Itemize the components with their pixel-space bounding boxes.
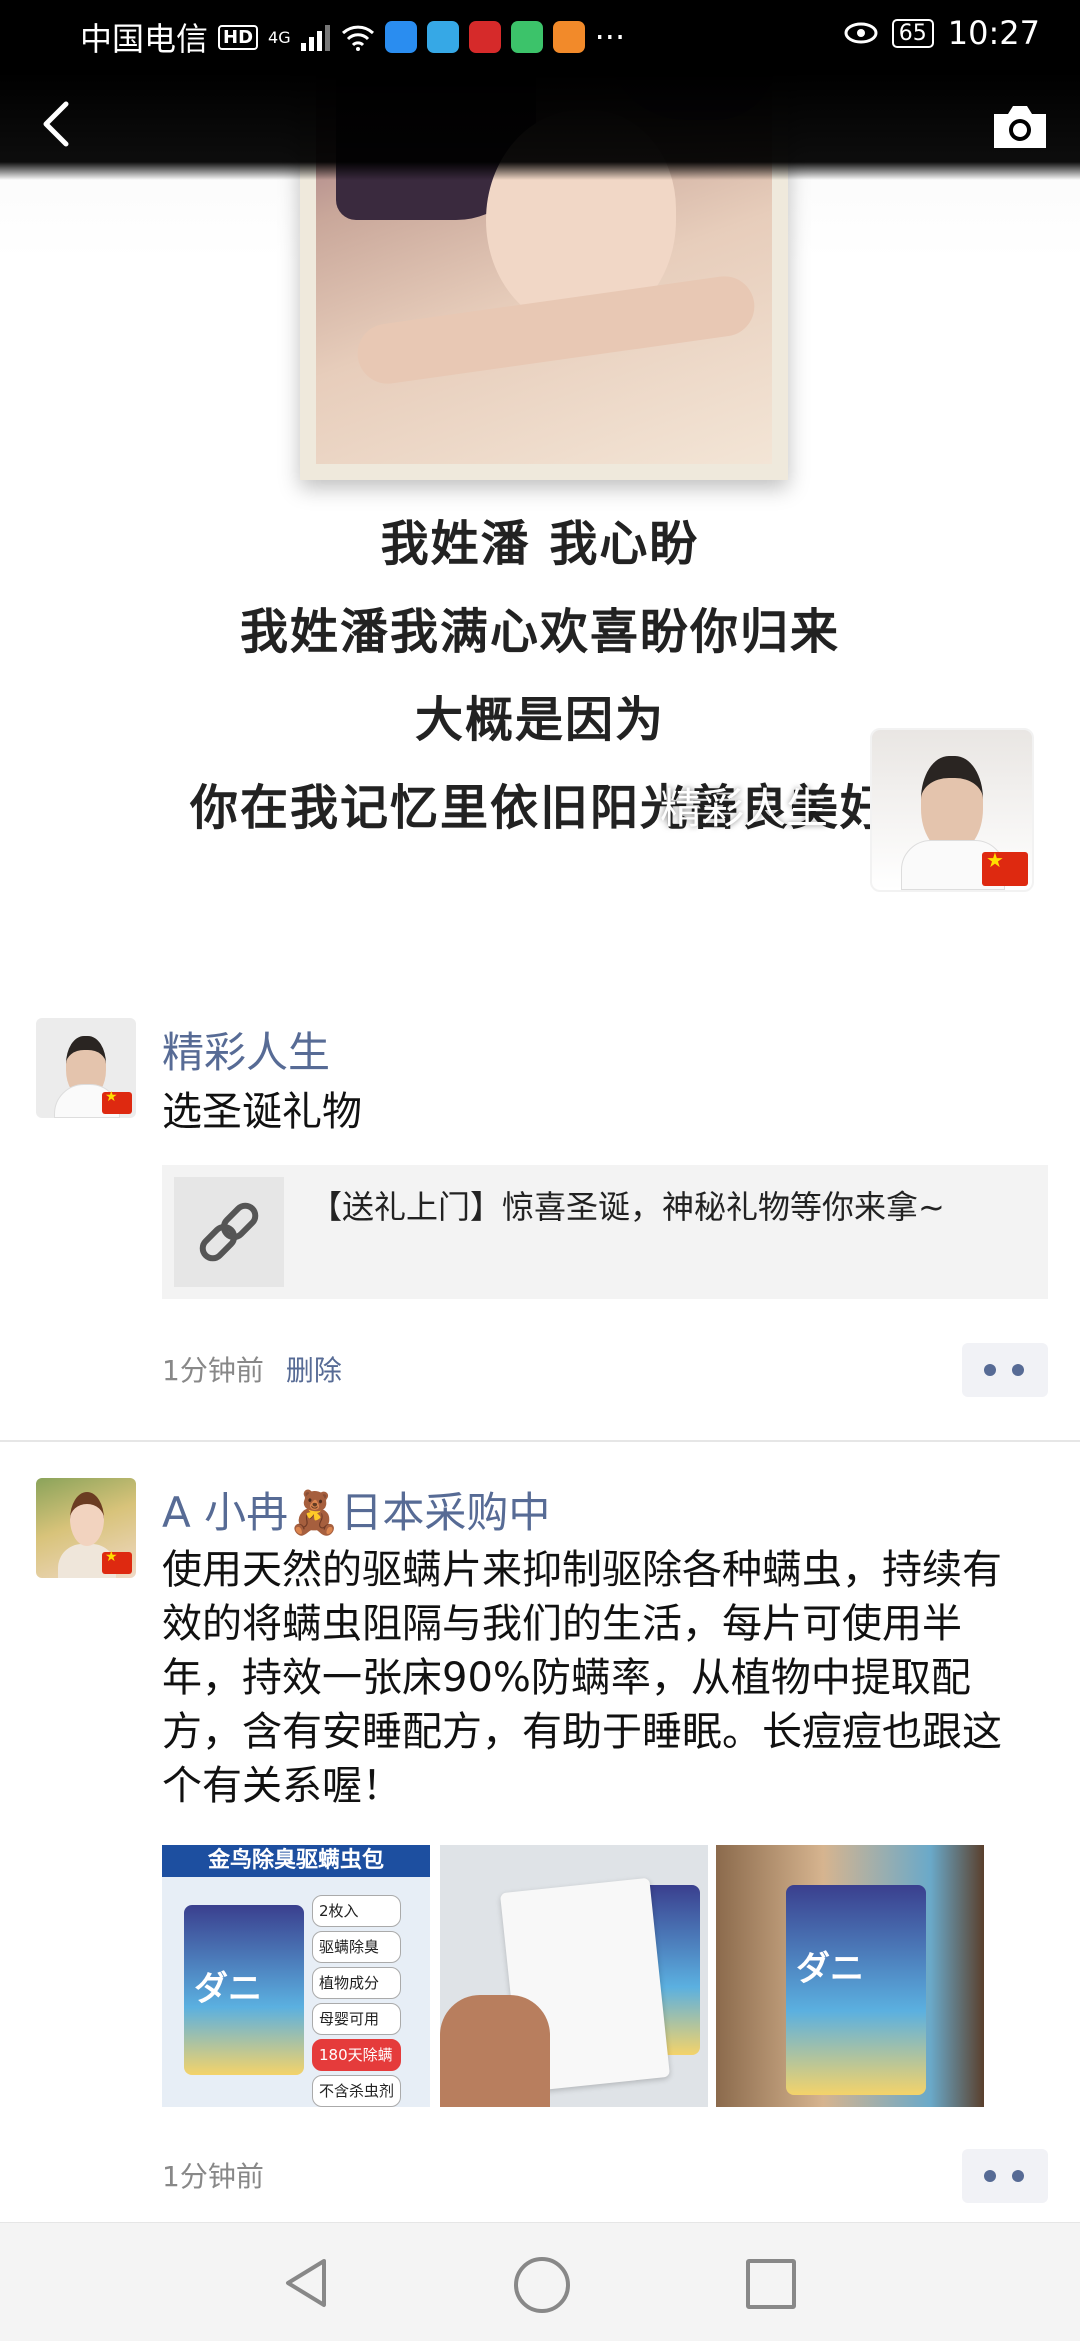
product-tag: 不含杀虫剂 — [312, 2075, 402, 2107]
post-author[interactable]: A 小冉🧸日本采购中 — [162, 1479, 550, 1540]
image-title: 金鸟除臭驱螨虫包 — [162, 1845, 430, 1877]
dot — [1012, 1364, 1024, 1376]
hd-badge: HD — [218, 24, 259, 50]
camera-icon[interactable] — [990, 100, 1050, 152]
system-nav-bar — [0, 2222, 1080, 2341]
post-meta: 1分钟前 — [162, 2155, 264, 2195]
sports-app-icon — [468, 21, 501, 53]
dot — [984, 2170, 996, 2182]
china-flag-icon — [102, 1089, 132, 1114]
post-time: 1分钟前 — [162, 2160, 264, 2193]
product-pack — [184, 1905, 304, 2075]
post-text: 使用天然的驱螨片来抑制驱除各种螨虫，持续有效的将螨虫阻隔与我们的生活，每片可使用… — [162, 1547, 1002, 1809]
status-right: 65 10:27 — [844, 14, 1040, 52]
nav-recent-icon[interactable] — [746, 2259, 796, 2309]
status-bar: 中国电信 HD 4G ··· 65 10:27 — [0, 0, 1080, 72]
china-flag-icon — [982, 848, 1028, 886]
nav-home-icon[interactable] — [514, 2257, 570, 2313]
post-meta: 1分钟前 删除 — [162, 1349, 342, 1389]
profile-owner-avatar[interactable] — [870, 728, 1034, 892]
hand — [440, 1995, 550, 2107]
post-time: 1分钟前 — [162, 1354, 264, 1387]
player-app-icon — [552, 21, 585, 53]
carrier-name: 中国电信 — [80, 20, 209, 58]
signal-icon — [300, 25, 330, 51]
link-title: 【送礼上门】惊喜圣诞，神秘礼物等你来拿~ — [310, 1188, 945, 1226]
nav-back-icon[interactable] — [280, 2255, 336, 2311]
link-card[interactable]: 【送礼上门】惊喜圣诞，神秘礼物等你来拿~ — [162, 1165, 1048, 1299]
post-image[interactable] — [716, 1845, 984, 2107]
more-dots-icon[interactable] — [962, 1343, 1048, 1397]
dot — [1012, 2170, 1024, 2182]
eye-icon — [844, 22, 878, 44]
cloud-icon — [426, 21, 459, 53]
post-divider — [0, 1440, 1080, 1442]
app-notification-icon — [384, 21, 417, 53]
more-notifications: ··· — [594, 18, 626, 56]
avatar-head — [70, 1492, 104, 1546]
avatar-head — [921, 756, 983, 852]
moment-post: A 小冉🧸日本采购中 使用天然的驱螨片来抑制驱除各种螨虫，持续有效的将螨虫阻隔与… — [0, 1475, 1080, 2215]
avatar[interactable] — [36, 1018, 136, 1118]
post-image[interactable]: 金鸟除臭驱螨虫包 2枚入 驱螨除臭 植物成分 母婴可用 180天除螨 不含杀虫剂 — [162, 1845, 430, 2107]
network-type: 4G — [268, 27, 291, 47]
profile-owner-name[interactable]: 精彩人生 — [660, 775, 828, 836]
status-left: 中国电信 HD 4G ··· — [80, 14, 625, 60]
dot — [984, 1364, 996, 1376]
wifi-icon — [341, 25, 374, 51]
product-pack — [786, 1885, 926, 2095]
post-text: 选圣诞礼物 — [162, 1089, 362, 1135]
battery-level: 65 — [891, 18, 934, 48]
back-button[interactable] — [28, 94, 88, 154]
more-dots-icon[interactable] — [962, 2149, 1048, 2203]
link-thumb — [174, 1177, 284, 1287]
china-flag-icon — [102, 1549, 132, 1574]
product-tag: 180天除螨 — [312, 2039, 402, 2071]
post-image[interactable] — [440, 1845, 708, 2107]
video-app-icon — [510, 21, 543, 53]
clock: 10:27 — [947, 14, 1040, 52]
moment-post: 精彩人生 选圣诞礼物 【送礼上门】惊喜圣诞，神秘礼物等你来拿~ 1分钟前删除 — [0, 1015, 1080, 1435]
delete-link[interactable]: 删除 — [286, 1354, 342, 1387]
post-author[interactable]: 精彩人生 — [162, 1019, 330, 1080]
link-icon — [199, 1202, 259, 1262]
avatar[interactable] — [36, 1478, 136, 1578]
top-bar — [0, 72, 1080, 180]
product-tag: 2枚入 — [312, 1895, 402, 1927]
product-tag: 母婴可用 — [312, 2003, 402, 2035]
cover-line: 我姓潘我满心欢喜盼你归来 — [239, 604, 840, 660]
product-tag: 植物成分 — [312, 1967, 402, 1999]
cover-line: 我姓潘 我心盼 — [380, 516, 700, 572]
product-tag: 驱螨除臭 — [312, 1931, 402, 1963]
product-tags: 2枚入 驱螨除臭 植物成分 母婴可用 180天除螨 不含杀虫剂 — [312, 1895, 402, 2107]
